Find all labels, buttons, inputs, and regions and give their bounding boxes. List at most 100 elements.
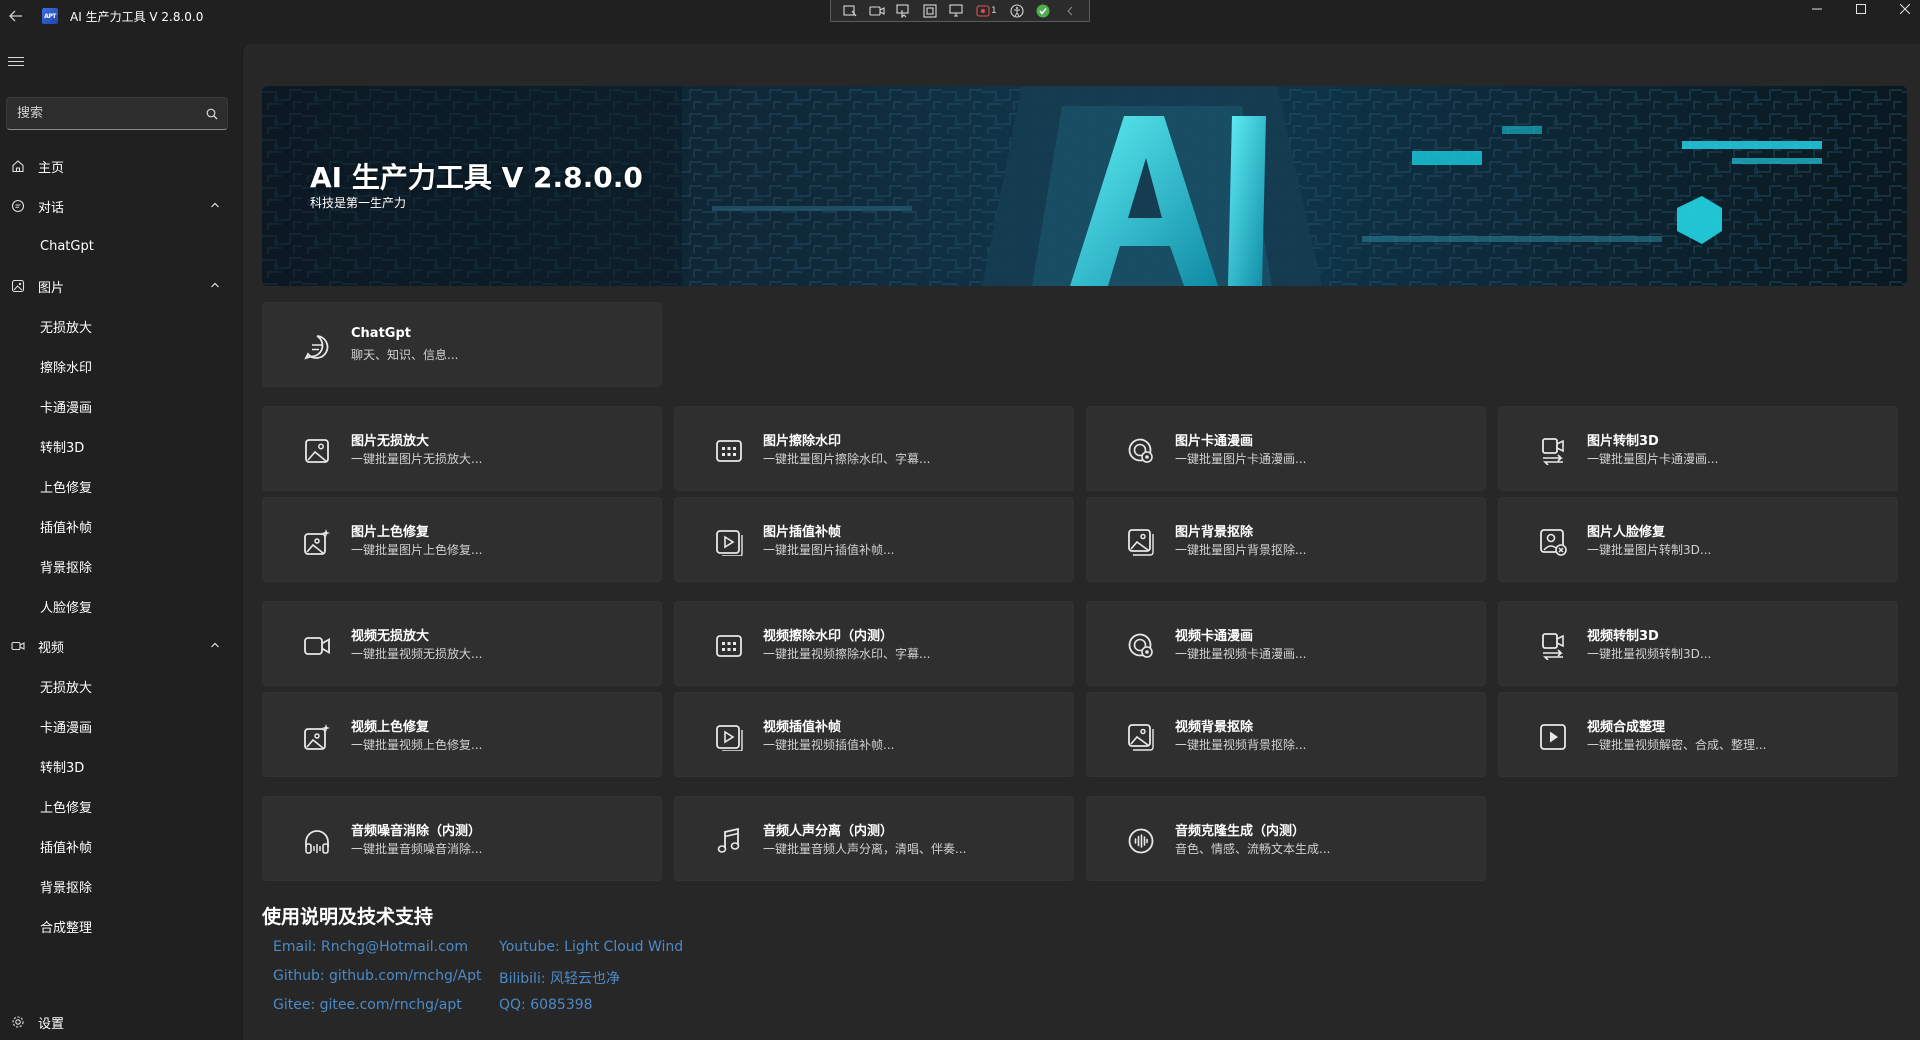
video-camera-icon bbox=[303, 632, 331, 660]
card-image-upscale[interactable]: 图片无损放大 一键批量图片无损放大... bbox=[262, 406, 662, 491]
sidebar-item-video-interpolate[interactable]: 插值补帧 bbox=[0, 828, 242, 864]
card-audio-denoise[interactable]: 音频噪音消除（内测） 一键批量音频噪音消除... bbox=[262, 796, 662, 881]
sidebar-item-image-upscale[interactable]: 无损放大 bbox=[0, 308, 242, 344]
card-video-cartoon[interactable]: 视频卡通漫画 一键批量视频卡通漫画... bbox=[1086, 601, 1486, 686]
card-title: 视频无损放大 bbox=[351, 629, 430, 644]
chat-bubble-icon bbox=[303, 333, 331, 361]
nav-home[interactable]: 主页 bbox=[0, 148, 242, 184]
sidebar-item-video-upscale[interactable]: 无损放大 bbox=[0, 668, 242, 704]
back-arrow-icon[interactable] bbox=[0, 0, 32, 32]
card-title: 图片无损放大 bbox=[351, 434, 430, 449]
card-title: 图片插值补帧 bbox=[763, 525, 842, 540]
youtube-link[interactable]: Youtube: Light Cloud Wind bbox=[499, 939, 683, 955]
card-description: 聊天、知识、信息... bbox=[351, 348, 459, 362]
email-link[interactable]: Email: Rnchg@Hotmail.com bbox=[273, 939, 468, 955]
search-input[interactable] bbox=[7, 98, 197, 129]
sidebar-item-image-interpolate[interactable]: 插值补帧 bbox=[0, 508, 242, 544]
card-video-3d[interactable]: 视频转制3D 一键批量视频转制3D... bbox=[1498, 601, 1898, 686]
video-record-icon[interactable] bbox=[868, 3, 886, 19]
sidebar-item-video-colorize[interactable]: 上色修复 bbox=[0, 788, 242, 824]
card-video-interpolate[interactable]: 视频插值补帧 一键批量视频插值补帧... bbox=[674, 692, 1074, 777]
sidebar-item-video-3d[interactable]: 转制3D bbox=[0, 748, 242, 784]
card-title: 图片人脸修复 bbox=[1587, 525, 1666, 540]
support-heading: 使用说明及技术支持 bbox=[262, 906, 434, 928]
sidebar-item-video-compose[interactable]: 合成整理 bbox=[0, 908, 242, 944]
select-pointer-icon[interactable] bbox=[894, 3, 912, 19]
card-description: 一键批量图片卡通漫画... bbox=[1175, 452, 1307, 466]
nav-settings[interactable]: 设置 bbox=[0, 1004, 242, 1040]
card-chatgpt[interactable]: ChatGpt 聊天、知识、信息... bbox=[262, 302, 662, 387]
banner-subtitle: 科技是第一生产力 bbox=[310, 196, 407, 210]
nav-dialog-label: 对话 bbox=[38, 200, 65, 216]
convert-3d-icon bbox=[1539, 437, 1567, 465]
card-title: 音频噪音消除（内测） bbox=[351, 824, 482, 839]
hero-banner: AI 生产力工具 V 2.8.0.0 科技是第一生产力 bbox=[262, 86, 1907, 286]
hamburger-menu-icon[interactable] bbox=[8, 54, 24, 68]
card-image-cartoon[interactable]: 图片卡通漫画 一键批量图片卡通漫画... bbox=[1086, 406, 1486, 491]
card-title: 视频插值补帧 bbox=[763, 720, 842, 735]
sidebar-item-image-colorize[interactable]: 上色修复 bbox=[0, 468, 242, 504]
card-description: 一键批量图片卡通漫画... bbox=[1587, 452, 1719, 466]
chevron-up-icon bbox=[211, 642, 219, 648]
card-title: 视频上色修复 bbox=[351, 720, 430, 735]
headphones-icon bbox=[303, 827, 331, 855]
face-repair-icon bbox=[1539, 528, 1567, 556]
screen-share-icon[interactable] bbox=[947, 3, 965, 19]
minimize-button[interactable] bbox=[1794, 0, 1840, 18]
app-logo: APT bbox=[42, 8, 58, 24]
nav-video[interactable]: 视频 bbox=[0, 628, 242, 664]
card-video-compose[interactable]: 视频合成整理 一键批量视频解密、合成、整理... bbox=[1498, 692, 1898, 777]
cartoon-icon bbox=[1127, 632, 1155, 660]
gitee-link[interactable]: Gitee: gitee.com/rnchg/apt bbox=[273, 997, 462, 1013]
card-image-3d[interactable]: 图片转制3D 一键批量图片卡通漫画... bbox=[1498, 406, 1898, 491]
card-audio-separate[interactable]: 音频人声分离（内测） 一键批量音频人声分离，清唱、伴奏... bbox=[674, 796, 1074, 881]
card-video-bg-remove[interactable]: 视频背景抠除 一键批量视频背景抠除... bbox=[1086, 692, 1486, 777]
card-description: 一键批量视频插值补帧... bbox=[763, 738, 895, 752]
accessibility-icon[interactable] bbox=[1008, 3, 1026, 19]
audio-record-icon[interactable]: 1 bbox=[973, 3, 999, 19]
github-link[interactable]: Github: github.com/rnchg/Apt bbox=[273, 968, 482, 984]
card-title: ChatGpt bbox=[351, 326, 411, 341]
region-icon[interactable] bbox=[921, 3, 939, 19]
capture-badge-count: 1 bbox=[991, 5, 997, 16]
card-title: 音频克隆生成（内测） bbox=[1175, 824, 1306, 839]
card-image-bg-remove[interactable]: 图片背景抠除 一键批量图片背景抠除... bbox=[1086, 497, 1486, 582]
sidebar-item-image-cartoon[interactable]: 卡通漫画 bbox=[0, 388, 242, 424]
card-video-watermark[interactable]: 视频擦除水印（内测） 一键批量视频擦除水印、字幕... bbox=[674, 601, 1074, 686]
card-title: 视频背景抠除 bbox=[1175, 720, 1254, 735]
card-video-upscale[interactable]: 视频无损放大 一键批量视频无损放大... bbox=[262, 601, 662, 686]
card-description: 一键批量图片转制3D... bbox=[1587, 543, 1712, 557]
card-image-interpolate[interactable]: 图片插值补帧 一键批量图片插值补帧... bbox=[674, 497, 1074, 582]
maximize-button[interactable] bbox=[1838, 0, 1884, 18]
qq-link[interactable]: QQ: 6085398 bbox=[499, 997, 593, 1013]
card-image-colorize[interactable]: 图片上色修复 一键批量图片上色修复... bbox=[262, 497, 662, 582]
chevron-up-icon bbox=[211, 202, 219, 208]
card-title: 视频擦除水印（内测） bbox=[763, 629, 894, 644]
audio-wave-icon bbox=[1127, 827, 1155, 855]
sidebar-item-image-watermark[interactable]: 擦除水印 bbox=[0, 348, 242, 384]
card-title: 图片卡通漫画 bbox=[1175, 434, 1254, 449]
sidebar-item-video-bg-remove[interactable]: 背景抠除 bbox=[0, 868, 242, 904]
card-video-colorize[interactable]: 视频上色修复 一键批量视频上色修复... bbox=[262, 692, 662, 777]
sidebar-item-chatgpt[interactable]: ChatGpt bbox=[0, 228, 242, 264]
bilibili-link[interactable]: Bilibili: 风轻云也净 bbox=[499, 968, 620, 988]
sidebar-item-image-bg-remove[interactable]: 背景抠除 bbox=[0, 548, 242, 584]
card-image-watermark[interactable]: 图片擦除水印 一键批量图片擦除水印、字幕... bbox=[674, 406, 1074, 491]
nav-image-label: 图片 bbox=[38, 280, 65, 296]
card-description: 音色、情感、流畅文本生成... bbox=[1175, 842, 1331, 856]
nav-image[interactable]: 图片 bbox=[0, 268, 242, 304]
video-icon bbox=[10, 638, 26, 654]
collapse-arrow-icon[interactable] bbox=[1061, 3, 1079, 19]
close-button[interactable] bbox=[1882, 0, 1920, 18]
sidebar-item-video-cartoon[interactable]: 卡通漫画 bbox=[0, 708, 242, 744]
check-icon[interactable] bbox=[1034, 3, 1052, 19]
record-window-icon[interactable] bbox=[841, 3, 859, 19]
capture-toolbar: 1 bbox=[830, 0, 1090, 22]
sidebar-item-image-3d[interactable]: 转制3D bbox=[0, 428, 242, 464]
nav-dialog[interactable]: 对话 bbox=[0, 188, 242, 224]
sidebar-item-image-face[interactable]: 人脸修复 bbox=[0, 588, 242, 624]
search-icon[interactable] bbox=[197, 108, 227, 120]
card-audio-clone[interactable]: 音频克隆生成（内测） 音色、情感、流畅文本生成... bbox=[1086, 796, 1486, 881]
card-description: 一键批量视频背景抠除... bbox=[1175, 738, 1307, 752]
card-image-face[interactable]: 图片人脸修复 一键批量图片转制3D... bbox=[1498, 497, 1898, 582]
